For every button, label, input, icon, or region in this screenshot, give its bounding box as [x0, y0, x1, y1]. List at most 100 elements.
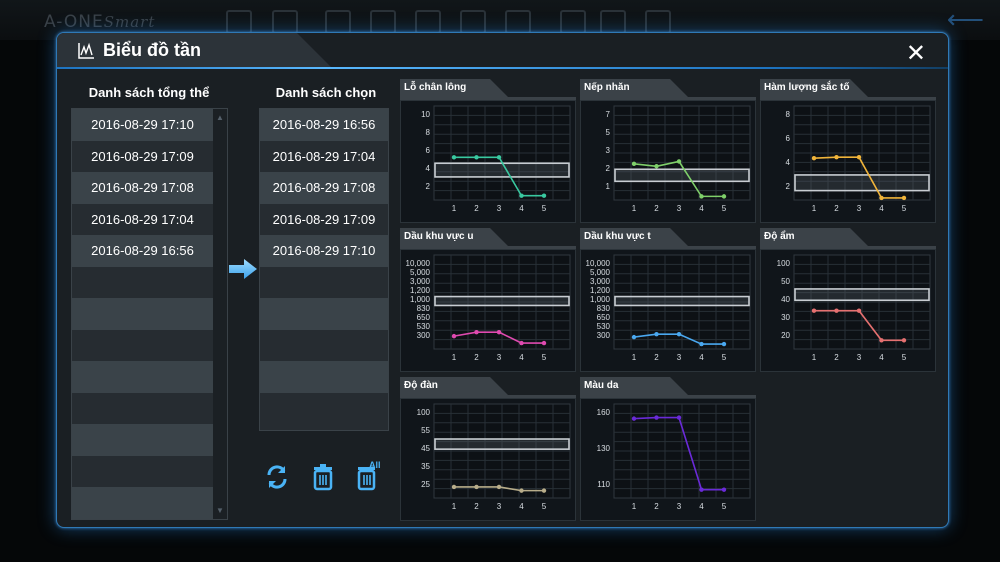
empty-list-row	[72, 455, 213, 487]
x-tick-label: 3	[857, 353, 862, 362]
chart-title: Màu da	[584, 380, 619, 391]
list-item[interactable]: 2016-08-29 17:08	[260, 172, 388, 204]
chart-panel: Dầu khu vực u 300 530 650 830 1,000 1,200 3,000…	[400, 228, 576, 372]
list-item[interactable]: 2016-08-29 17:10	[72, 109, 213, 141]
x-tick-label: 4	[879, 353, 884, 362]
y-tick-label: 530	[417, 322, 431, 331]
empty-list-row	[72, 266, 213, 298]
data-point	[451, 333, 457, 339]
selected-list[interactable]: 2016-08-29 16:56 2016-08-29 17:04 2016-08-…	[259, 108, 389, 431]
clipboard-icon[interactable]	[272, 10, 298, 34]
data-point	[721, 341, 727, 347]
data-point	[541, 193, 547, 198]
x-tick-label: 3	[497, 502, 502, 511]
y-tick-label: 8	[426, 128, 431, 137]
x-tick-label: 3	[497, 204, 502, 213]
y-tick-label: 110	[597, 480, 610, 489]
back-arrow-icon[interactable]: ⟵	[947, 4, 984, 35]
y-tick-label: 650	[417, 313, 431, 322]
x-tick-label: 2	[834, 353, 839, 362]
x-tick-label: 2	[654, 204, 659, 213]
chart-panel: Dầu khu vực t 300 530 650 830 1,000 1,200 3,000…	[580, 228, 756, 372]
x-tick-label: 1	[452, 204, 457, 213]
x-tick-label: 3	[677, 204, 682, 213]
list-item[interactable]: 2016-08-29 17:04	[72, 203, 213, 235]
y-tick-label: 7	[606, 110, 611, 119]
x-tick-label: 1	[812, 204, 817, 213]
y-tick-label: 130	[597, 444, 611, 453]
list-item[interactable]: 2016-08-29 17:08	[72, 172, 213, 204]
y-tick-label: 1	[606, 182, 611, 191]
export-icon[interactable]	[645, 10, 671, 34]
x-tick-label: 4	[879, 204, 884, 213]
chart-plot: 1 2 3 5 7 1 2 3 4 5	[606, 105, 751, 213]
y-tick-label: 830	[417, 304, 431, 313]
y-tick-label: 25	[421, 480, 430, 489]
empty-list-row	[260, 329, 388, 361]
selected-list-header: Danh sách chọn	[275, 85, 377, 100]
data-point	[474, 329, 479, 335]
data-point	[834, 308, 839, 313]
3d-cube-icon[interactable]	[370, 10, 396, 34]
normal-range-band	[794, 288, 930, 302]
y-tick-label: 530	[597, 322, 611, 331]
data-point	[451, 155, 457, 160]
chart-icon[interactable]	[460, 10, 486, 34]
list-item[interactable]: 2016-08-29 16:56	[72, 235, 213, 267]
trash-all-button[interactable]: All	[355, 460, 383, 491]
close-icon[interactable]: ✕	[906, 39, 926, 68]
list-item[interactable]: 2016-08-29 17:09	[72, 140, 213, 172]
x-tick-label: 5	[722, 502, 727, 511]
chart-title: Độ ẩm	[764, 231, 795, 242]
overall-list[interactable]: 2016-08-29 17:10 2016-08-29 17:09 2016-08-…	[71, 108, 228, 520]
x-tick-label: 3	[677, 353, 682, 362]
data-point	[451, 484, 457, 490]
chart-title: Dầu khu vực u	[404, 231, 474, 242]
data-point	[901, 338, 907, 343]
empty-list-row	[72, 298, 213, 330]
printer-icon[interactable]	[560, 10, 586, 34]
y-tick-label: 1,200	[590, 286, 611, 295]
document-icon[interactable]	[505, 10, 531, 34]
data-point	[519, 488, 524, 493]
portrait-icon[interactable]	[325, 10, 351, 34]
y-tick-label: 3,000	[590, 277, 611, 286]
face-icon[interactable]	[415, 10, 441, 34]
trash-all-badge: All	[369, 460, 381, 470]
list-item[interactable]: 2016-08-29 17:09	[260, 203, 388, 235]
list-item[interactable]: 2016-08-29 16:56	[260, 109, 388, 141]
x-tick-label: 5	[722, 353, 727, 362]
trash-icon[interactable]	[309, 463, 337, 491]
chart-panel: Độ đàn 25 35 45 55 100 1 2 3 4 5	[400, 377, 576, 521]
x-tick-label: 4	[519, 204, 524, 213]
data-point	[834, 154, 839, 160]
data-point	[901, 195, 907, 201]
list-item[interactable]: 2016-08-29 17:10	[260, 235, 388, 267]
y-tick-label: 1,000	[590, 295, 611, 304]
x-tick-label: 1	[812, 353, 817, 362]
data-point	[654, 331, 659, 337]
x-tick-label: 4	[519, 502, 524, 511]
y-tick-label: 10	[421, 110, 430, 119]
chart-plot: 20 30 40 50 100 1 2 3 4 5	[777, 254, 931, 362]
normal-range-band	[434, 438, 570, 450]
data-point	[856, 308, 862, 313]
chart-title: Hàm lượng sắc tố	[764, 82, 850, 93]
add-to-selection-arrow-icon[interactable]	[228, 258, 258, 280]
scroll-up-icon[interactable]: ▲	[216, 113, 224, 122]
scroll-down-icon[interactable]: ▼	[216, 506, 224, 515]
data-point	[519, 340, 524, 346]
camera-icon[interactable]	[226, 10, 252, 34]
list-item[interactable]: 2016-08-29 17:04	[260, 140, 388, 172]
y-tick-label: 45	[421, 444, 430, 453]
x-tick-label: 2	[834, 204, 839, 213]
y-tick-label: 3,000	[410, 277, 431, 286]
overall-list-scrollbar[interactable]: ▲ ▼	[213, 109, 227, 519]
save-icon[interactable]	[600, 10, 626, 34]
refresh-icon[interactable]	[263, 463, 291, 491]
data-point	[699, 341, 704, 347]
y-tick-label: 300	[417, 331, 431, 340]
y-tick-label: 1,000	[410, 295, 431, 304]
empty-list-row	[72, 361, 213, 393]
empty-list-row	[260, 298, 388, 330]
